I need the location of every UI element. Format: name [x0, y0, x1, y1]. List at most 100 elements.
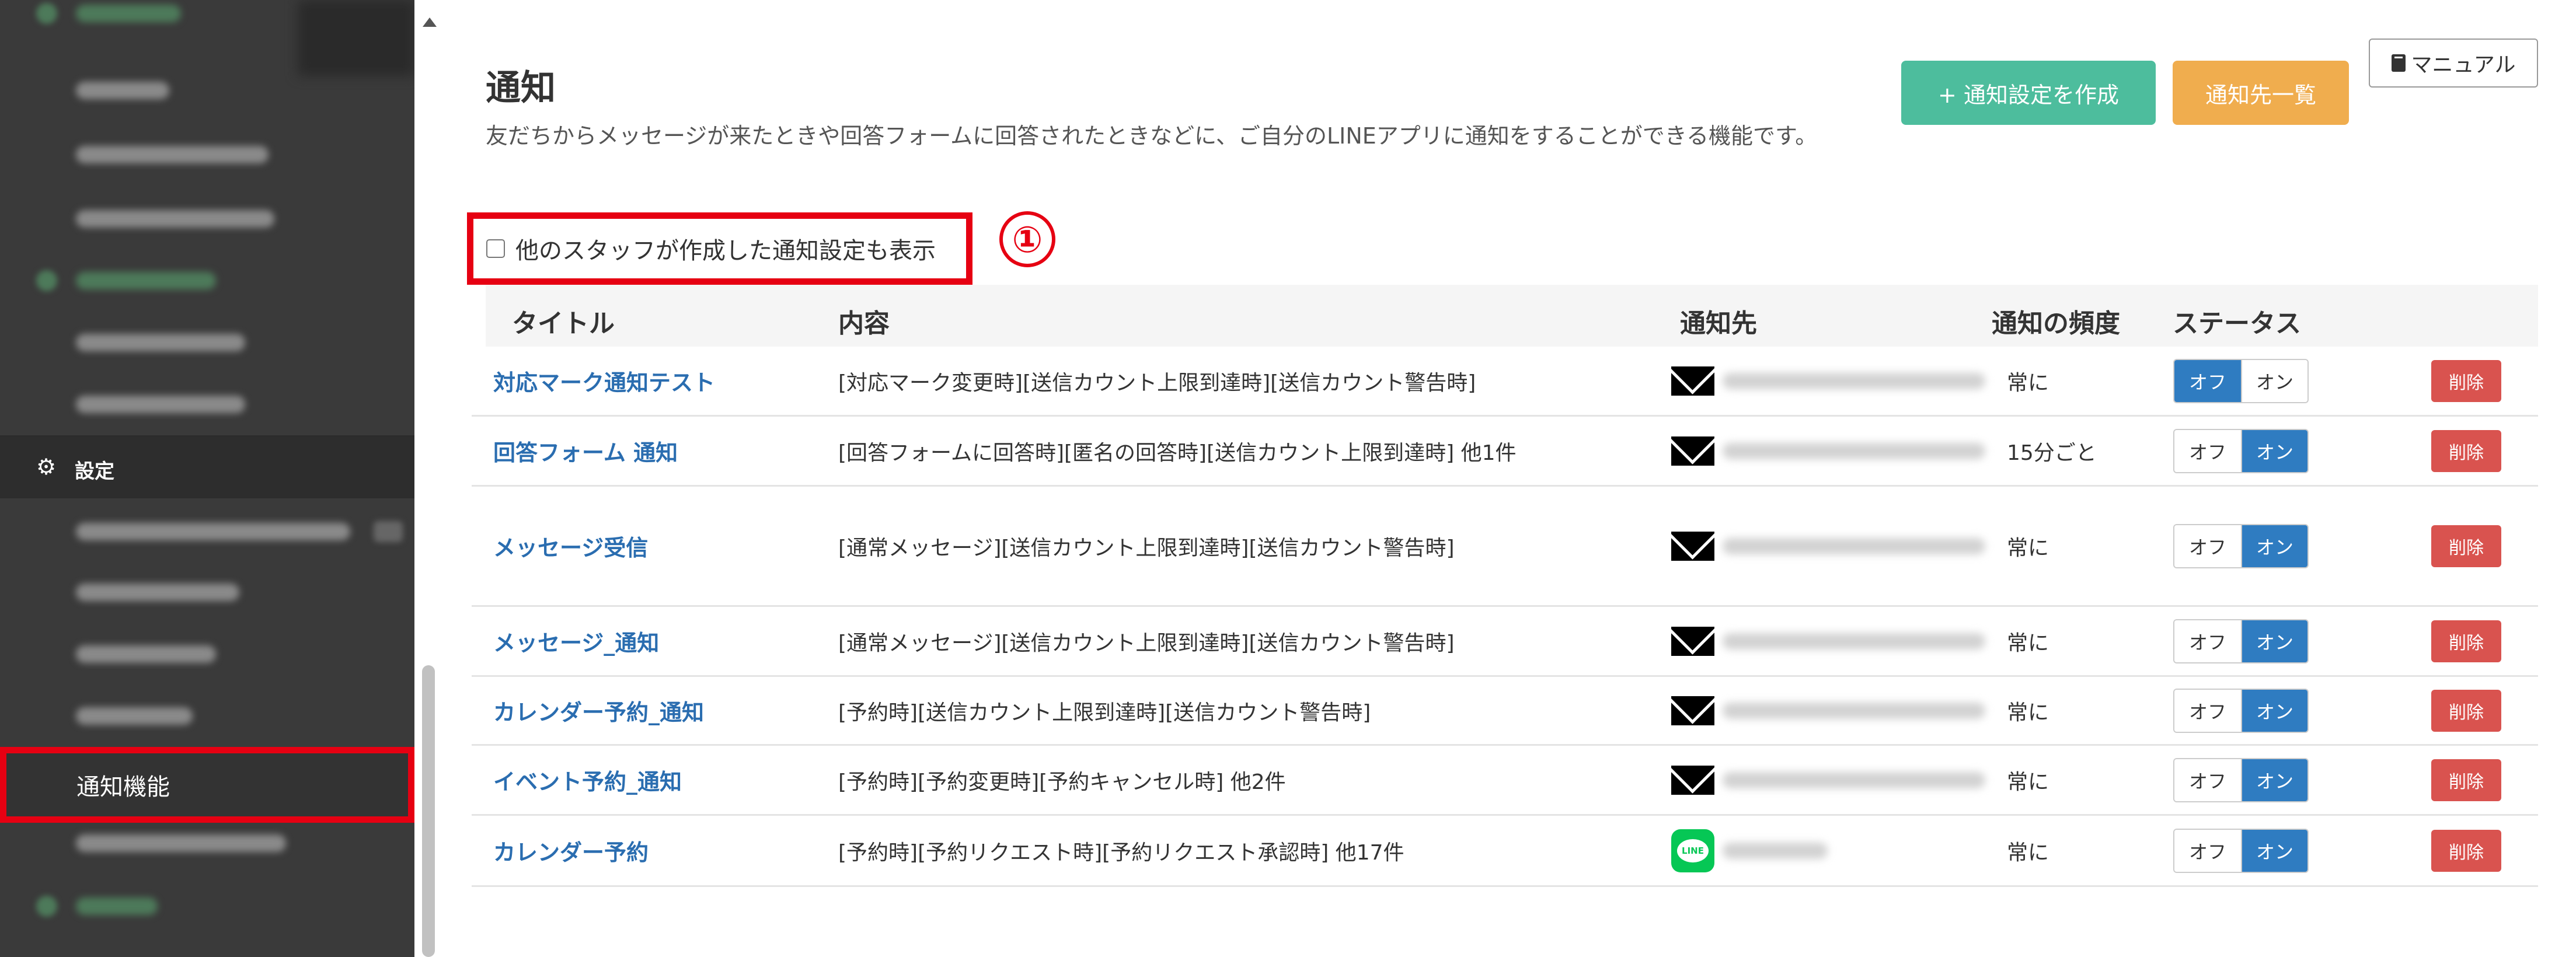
table-row: カレンダー予約 [予約時][予約リクエスト時][予約リクエスト承認時] 他17件 L…	[472, 816, 2538, 887]
page-description: 友だちからメッセージが来たときや回答フォームに回答されたときなどに、ご自分のLI…	[486, 123, 1818, 149]
sidebar-item-blurred-6[interactable]	[0, 501, 414, 563]
delete-button[interactable]: 削除	[2431, 525, 2501, 567]
notification-destination	[1671, 746, 1985, 814]
notification-content: [通常メッセージ][送信カウント上限到達時][送信カウント警告時]	[838, 631, 1455, 655]
status-on-button[interactable]: オン	[2241, 759, 2307, 801]
notification-frequency: 常に	[2007, 700, 2049, 725]
show-other-staff-filter[interactable]: 他のスタッフが作成した通知設定も表示	[467, 212, 972, 285]
sidebar-item-settings[interactable]: ⚙ 設定	[0, 435, 414, 498]
sidebar-item-blurred-8[interactable]	[0, 623, 414, 685]
status-toggle: オフ オン	[2173, 816, 2309, 885]
delete-button[interactable]: 削除	[2431, 829, 2501, 872]
sidebar-group-icon	[36, 270, 57, 291]
sidebar-item-label: 設定	[75, 460, 114, 483]
caret-up-icon[interactable]	[423, 18, 437, 27]
sidebar-group-blurred-2[interactable]	[0, 250, 414, 312]
status-on-button[interactable]: オン	[2241, 525, 2307, 567]
column-header-content: 内容	[838, 309, 890, 338]
notification-title-link[interactable]: 対応マーク通知テスト	[493, 347, 715, 415]
notification-frequency: 常に	[2007, 631, 2049, 655]
destination-blurred	[1723, 537, 1985, 554]
delete-button[interactable]: 削除	[2431, 620, 2501, 662]
sidebar-blurred-label	[76, 5, 181, 22]
table-row: メッセージ_通知 [通常メッセージ][送信カウント上限到達時][送信カウント警告時…	[472, 607, 2538, 677]
status-on-button[interactable]: オン	[2241, 689, 2307, 732]
notification-content: [予約時][送信カウント上限到達時][送信カウント警告時]	[838, 700, 1371, 725]
sidebar-item-blurred-10[interactable]	[0, 812, 414, 874]
status-on-button[interactable]: オン	[2241, 829, 2307, 872]
sidebar-group-blurred-3[interactable]	[0, 875, 414, 937]
delete-button[interactable]: 削除	[2431, 759, 2501, 801]
status-off-button[interactable]: オフ	[2174, 429, 2241, 472]
sidebar-item-blurred-7[interactable]	[0, 561, 414, 623]
status-toggle: オフ オン	[2173, 417, 2309, 485]
notification-content: [回答フォームに回答時][匿名の回答時][送信カウント上限到達時] 他1件	[838, 441, 1517, 465]
delete-button[interactable]: 削除	[2431, 359, 2501, 402]
sidebar-blurred-label	[76, 334, 245, 351]
table-row: メッセージ受信 [通常メッセージ][送信カウント上限到達時][送信カウント警告時]…	[472, 487, 2538, 607]
sidebar-item-blurred-9[interactable]	[0, 685, 414, 747]
sidebar-blurred-label	[76, 82, 169, 99]
sidebar-blurred-label	[76, 146, 269, 163]
status-toggle: オフ オン	[2173, 677, 2309, 744]
table-row: カレンダー予約_通知 [予約時][送信カウント上限到達時][送信カウント警告時] 常…	[472, 677, 2538, 746]
status-toggle: オフ オン	[2173, 347, 2309, 415]
notification-destination	[1671, 417, 1985, 485]
sidebar-item-blurred-4[interactable]	[0, 312, 414, 373]
destination-blurred	[1723, 372, 1985, 389]
mail-icon	[1671, 765, 1714, 795]
notification-frequency: 常に	[2007, 770, 2049, 794]
status-off-button[interactable]: オフ	[2174, 759, 2241, 801]
show-other-staff-checkbox[interactable]	[486, 239, 505, 258]
status-off-button[interactable]: オフ	[2174, 525, 2241, 567]
notification-title-link[interactable]: メッセージ_通知	[493, 607, 659, 675]
sidebar-item-blurred-2[interactable]	[0, 124, 414, 186]
sidebar-scrollbar[interactable]	[416, 0, 441, 957]
delete-cell: 削除	[2431, 607, 2501, 675]
sidebar-item-blurred-3[interactable]	[0, 188, 414, 250]
status-on-button[interactable]: オン	[2241, 429, 2307, 472]
notification-content: [予約時][予約変更時][予約キャンセル時] 他2件	[838, 770, 1286, 794]
status-off-button[interactable]: オフ	[2174, 689, 2241, 732]
status-off-button[interactable]: オフ	[2174, 829, 2241, 872]
notification-frequency: 15分ごと	[2007, 441, 2097, 465]
destination-blurred	[1723, 771, 1985, 788]
notification-title-link[interactable]: メッセージ受信	[493, 487, 648, 605]
notification-title-link[interactable]: カレンダー予約	[493, 816, 649, 885]
notification-content: [予約時][予約リクエスト時][予約リクエスト承認時] 他17件	[838, 840, 1404, 865]
delete-cell: 削除	[2431, 816, 2501, 885]
destination-blurred	[1723, 633, 1985, 649]
scrollbar-thumb[interactable]	[422, 665, 435, 957]
notification-title-link[interactable]: 回答フォーム 通知	[493, 417, 678, 485]
mail-icon	[1671, 366, 1714, 396]
sidebar: ⚙ 設定 通知機能	[0, 0, 414, 957]
status-off-button[interactable]: オフ	[2174, 359, 2241, 402]
status-toggle: オフ オン	[2173, 487, 2309, 605]
sidebar-item-blurred-1[interactable]	[0, 60, 414, 121]
status-toggle: オフ オン	[2173, 607, 2309, 675]
delete-button[interactable]: 削除	[2431, 689, 2501, 732]
notification-title-link[interactable]: カレンダー予約_通知	[493, 677, 704, 744]
status-on-button[interactable]: オン	[2241, 359, 2307, 402]
manual-button[interactable]: マニュアル	[2369, 39, 2538, 88]
notification-title-link[interactable]: イベント予約_通知	[493, 746, 682, 814]
create-notification-button[interactable]: + 通知設定を作成	[1901, 61, 2156, 125]
status-on-button[interactable]: オン	[2241, 620, 2307, 662]
sidebar-group-icon	[36, 896, 57, 917]
column-header-title: タイトル	[512, 309, 615, 338]
sidebar-group-blurred-1[interactable]	[0, 0, 414, 44]
table-row: 回答フォーム 通知 [回答フォームに回答時][匿名の回答時][送信カウント上限到達…	[472, 417, 2538, 487]
notification-frequency: 常に	[2007, 536, 2049, 560]
status-off-button[interactable]: オフ	[2174, 620, 2241, 662]
line-icon: LINE	[1671, 829, 1714, 872]
destination-list-button[interactable]: 通知先一覧	[2173, 61, 2349, 125]
show-other-staff-label[interactable]: 他のスタッフが作成した通知設定も表示	[515, 232, 936, 266]
delete-button[interactable]: 削除	[2431, 429, 2501, 472]
annotation-marker: ①	[999, 211, 1055, 267]
notification-frequency: 常に	[2007, 371, 2049, 395]
column-header-destination: 通知先	[1680, 309, 1757, 338]
sidebar-group-icon	[36, 3, 57, 24]
sidebar-item-blurred-5[interactable]	[0, 373, 414, 435]
sidebar-blurred-label	[76, 645, 216, 663]
sidebar-item-notification[interactable]: 通知機能	[0, 747, 414, 823]
